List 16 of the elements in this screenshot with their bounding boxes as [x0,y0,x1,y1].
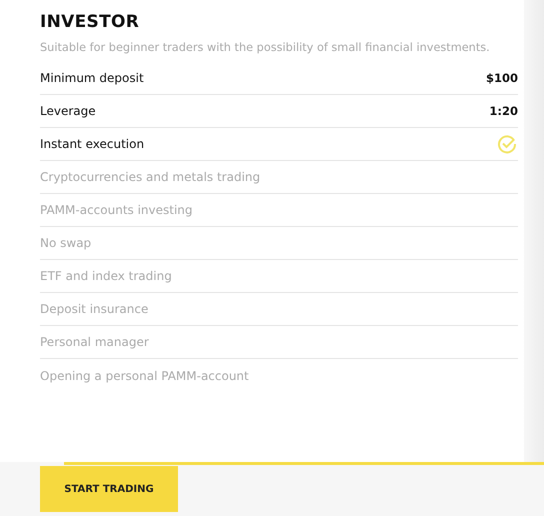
feature-label: ETF and index trading [40,269,172,283]
feature-value: 1:20 [489,104,518,118]
feature-label: Cryptocurrencies and metals trading [40,170,260,184]
feature-label: Leverage [40,104,96,118]
feature-label: Instant execution [40,137,144,151]
check-circle-icon [497,134,517,154]
plan-title: INVESTOR [40,12,140,32]
feature-label: No swap [40,236,92,250]
feature-label: Personal manager [40,335,149,349]
feature-value: $100 [486,71,518,85]
feature-label: Minimum deposit [40,71,144,85]
feature-label: Deposit insurance [40,302,148,316]
start-trading-button[interactable]: START TRADING [40,466,178,512]
feature-label: PAMM-accounts investing [40,203,193,217]
plan-description: Suitable for beginner traders with the possibility of small financial investments. [40,41,491,54]
feature-label: Opening a personal PAMM-account [40,368,249,382]
